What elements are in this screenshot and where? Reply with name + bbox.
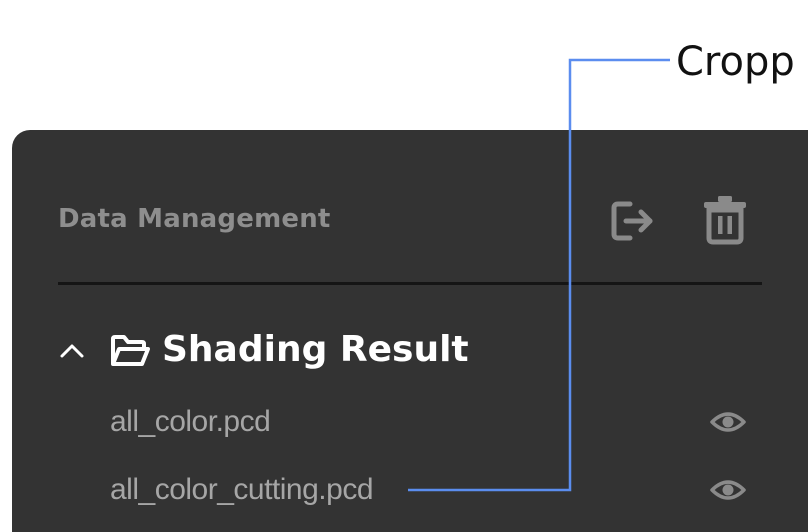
divider: [58, 282, 762, 285]
panel-title: Data Management: [58, 204, 331, 234]
callout-label: Cropp: [676, 39, 795, 85]
screen: Cropp Data Management Shading Result all…: [0, 0, 808, 532]
file-name: all_color.pcd: [110, 405, 271, 438]
eye-icon[interactable]: [710, 476, 746, 504]
trash-icon: [704, 196, 746, 245]
export-icon: [611, 201, 653, 241]
file-name: all_color_cutting.pcd: [110, 473, 374, 506]
list-item[interactable]: all_color_cutting.pcd: [110, 468, 770, 512]
delete-button[interactable]: [702, 194, 748, 246]
export-button[interactable]: [608, 196, 658, 246]
group-title: Shading Result: [162, 329, 469, 370]
folder-open-icon: [111, 335, 150, 366]
data-management-panel: Data Management Shading Result all_color…: [12, 130, 808, 532]
chevron-up-icon[interactable]: [58, 340, 86, 362]
group-header-shading-result[interactable]: Shading Result: [58, 326, 518, 376]
eye-icon[interactable]: [710, 408, 746, 436]
list-item[interactable]: all_color.pcd: [110, 400, 770, 444]
